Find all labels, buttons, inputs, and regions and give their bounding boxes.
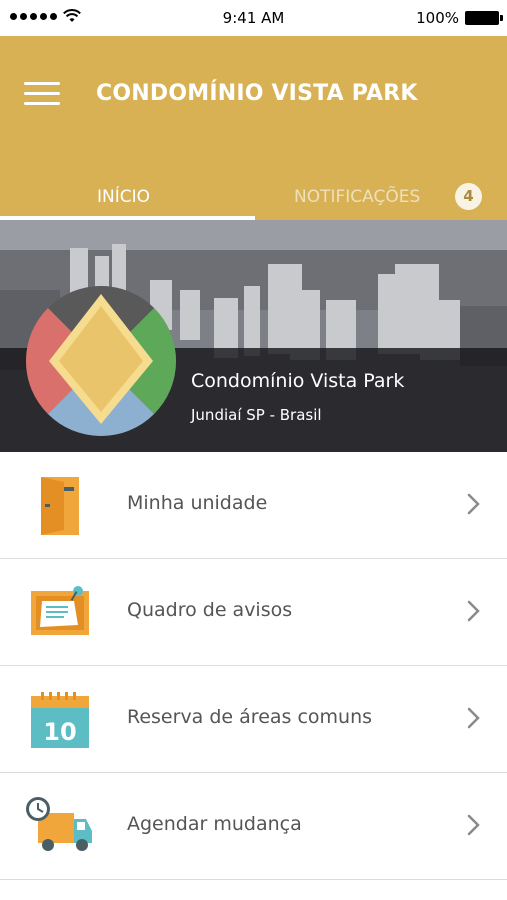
condo-logo-icon — [26, 286, 176, 436]
notice-board-icon — [31, 586, 89, 635]
hamburger-icon[interactable] — [24, 82, 60, 108]
chevron-right-icon — [467, 814, 480, 836]
battery-icon — [465, 11, 503, 25]
battery-percent: 100% — [416, 9, 459, 27]
door-icon — [41, 477, 79, 535]
svg-text:10: 10 — [43, 718, 76, 746]
calendar-icon: 10 — [31, 692, 89, 748]
chevron-right-icon — [467, 707, 480, 729]
condo-name: Condomínio Vista Park — [191, 370, 405, 392]
menu-item-label: Quadro de avisos — [127, 599, 293, 621]
menu-item-reserva-de-areas-comuns[interactable]: 10 Reserva de áreas comuns — [0, 666, 507, 773]
chevron-right-icon — [467, 600, 480, 622]
tab-home-label: INÍCIO — [97, 187, 151, 207]
chevron-right-icon — [467, 493, 480, 515]
status-bar: 9:41 AM 100% — [0, 0, 507, 36]
menu-item-quadro-de-avisos[interactable]: Quadro de avisos — [0, 559, 507, 666]
menu-item-minha-unidade[interactable]: Minha unidade — [0, 452, 507, 559]
condo-location: Jundiaí SP - Brasil — [191, 406, 322, 424]
moving-truck-icon — [26, 797, 92, 851]
tab-notifications-label: NOTIFICAÇÕES — [294, 187, 421, 207]
page-title: CONDOMÍNIO VISTA PARK — [96, 81, 418, 106]
menu-item-agendar-mudanca[interactable]: Agendar mudança — [0, 773, 507, 880]
tab-notifications[interactable]: NOTIFICAÇÕES 4 — [255, 171, 507, 220]
tab-home[interactable]: INÍCIO — [0, 171, 255, 221]
menu-item-label: Minha unidade — [127, 492, 268, 514]
condo-hero-banner: Condomínio Vista Park Jundiaí SP - Brasi… — [0, 220, 507, 452]
menu-list: Minha unidade Quadro de avisos 10 Reserv… — [0, 452, 507, 880]
menu-item-label: Agendar mudança — [127, 813, 302, 835]
app-header: CONDOMÍNIO VISTA PARK INÍCIO NOTIFICAÇÕE… — [0, 36, 507, 221]
battery-indicator: 100% — [416, 9, 503, 27]
menu-item-label: Reserva de áreas comuns — [127, 706, 373, 728]
tab-bar: INÍCIO NOTIFICAÇÕES 4 — [0, 171, 507, 221]
notification-count-badge: 4 — [455, 183, 482, 210]
